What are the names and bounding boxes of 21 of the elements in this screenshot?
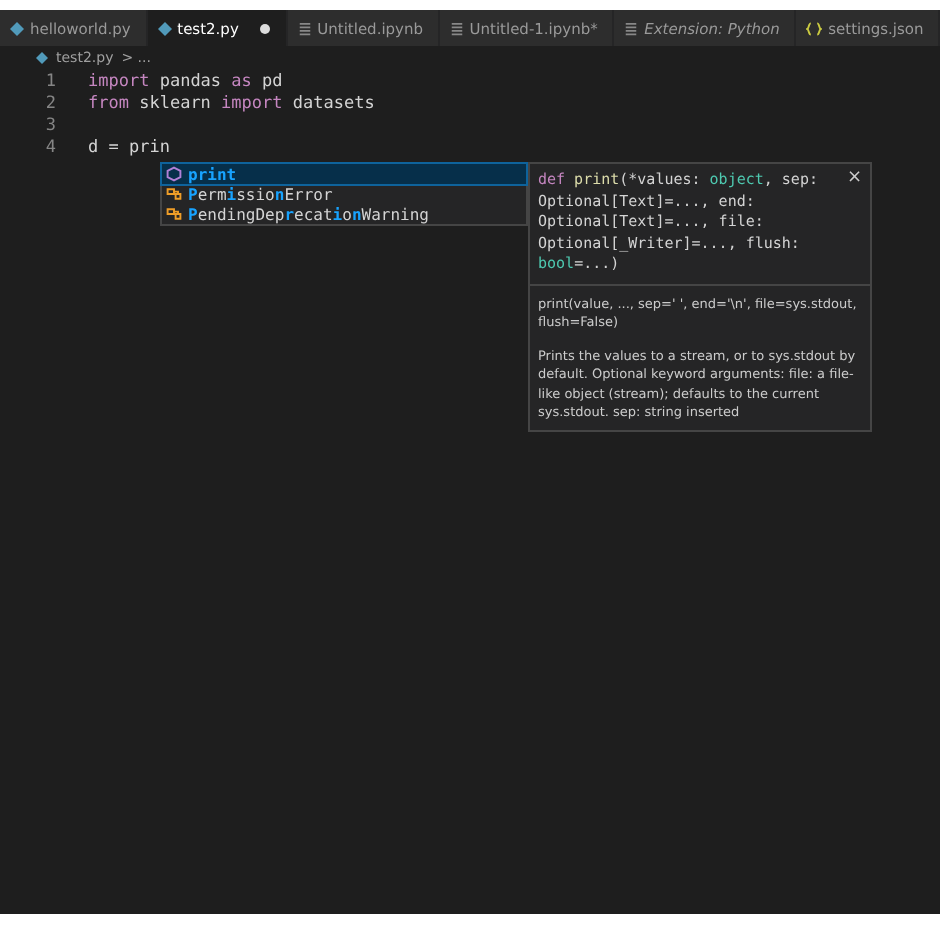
suggestion-item[interactable]: PendingDeprecationWarning (162, 204, 526, 224)
diamond-file-icon (36, 52, 48, 64)
code-line: d = prin (88, 138, 170, 160)
diamond-file-icon (157, 21, 172, 35)
suggestion-item[interactable]: PermissionError (162, 184, 526, 204)
close-button[interactable]: × (846, 170, 862, 188)
class-icon (166, 186, 182, 202)
cube-icon (166, 166, 182, 182)
code-line: import pandas as pd (88, 72, 283, 94)
line-number: 3 (43, 116, 58, 138)
class-icon (166, 206, 182, 222)
line-number: 2 (43, 94, 58, 116)
diamond-file-icon (10, 21, 24, 35)
code-line: from sklearn import datasets (88, 94, 375, 116)
suggestion-item[interactable]: print (162, 164, 526, 184)
lines-file-icon (624, 21, 639, 35)
lines-file-icon (449, 21, 464, 35)
braces-file-icon (806, 21, 823, 35)
line-number: 4 (43, 138, 58, 160)
line-number: 1 (43, 72, 58, 94)
lines-file-icon (297, 21, 312, 35)
